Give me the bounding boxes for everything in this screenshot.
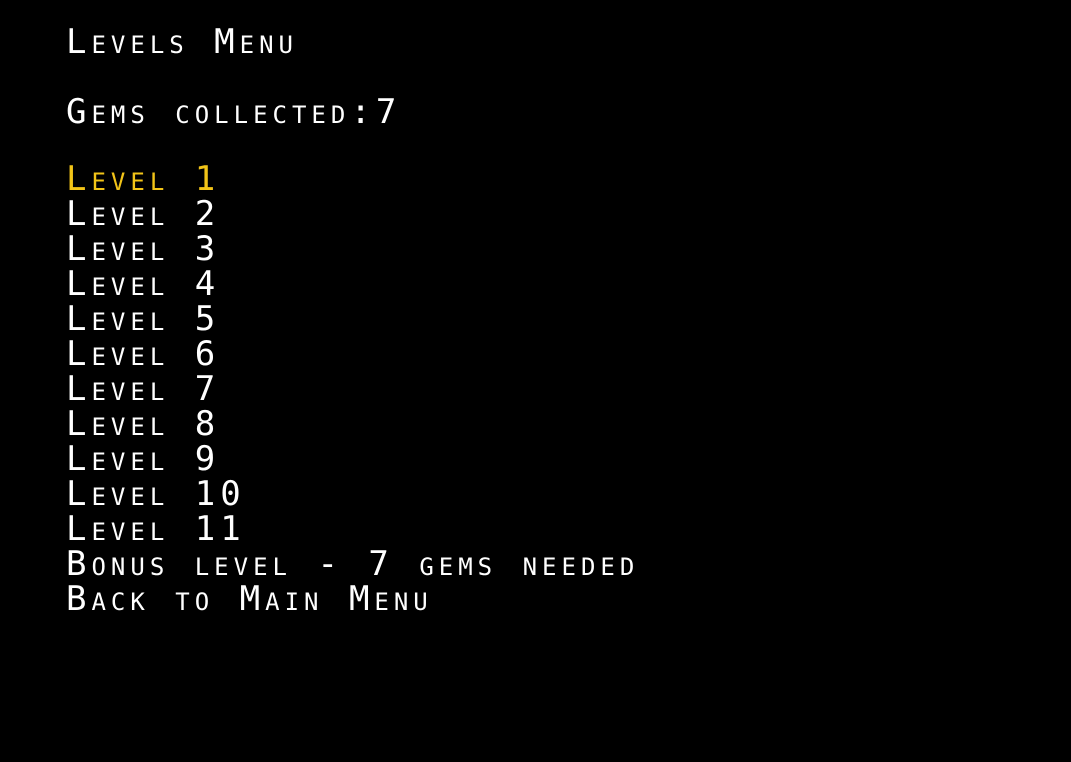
- screen-title: Levels Menu: [66, 22, 299, 62]
- gems-collected-label: Gems collected:: [66, 92, 376, 132]
- gems-collected-value: 7: [375, 92, 402, 132]
- levels-menu-screen: Levels Menu Gems collected:7 Level 1 Lev…: [66, 0, 1056, 762]
- menu-item-level-5[interactable]: Level 5: [66, 302, 639, 337]
- menu-item-level-8[interactable]: Level 8: [66, 407, 639, 442]
- menu-item-level-6[interactable]: Level 6: [66, 337, 639, 372]
- menu-item-bonus-level[interactable]: Bonus level - 7 gems needed: [66, 547, 639, 582]
- menu-item-level-11[interactable]: Level 11: [66, 512, 639, 547]
- menu-item-level-4[interactable]: Level 4: [66, 267, 639, 302]
- menu-item-level-9[interactable]: Level 9: [66, 442, 639, 477]
- menu-item-level-1[interactable]: Level 1: [66, 162, 639, 197]
- gems-collected-display: Gems collected:7: [66, 92, 401, 132]
- menu-item-level-7[interactable]: Level 7: [66, 372, 639, 407]
- menu-item-level-10[interactable]: Level 10: [66, 477, 639, 512]
- menu-item-level-2[interactable]: Level 2: [66, 197, 639, 232]
- level-menu: Level 1 Level 2 Level 3 Level 4 Level 5 …: [66, 162, 639, 617]
- menu-item-level-3[interactable]: Level 3: [66, 232, 639, 267]
- menu-item-back-to-main-menu[interactable]: Back to Main Menu: [66, 582, 639, 617]
